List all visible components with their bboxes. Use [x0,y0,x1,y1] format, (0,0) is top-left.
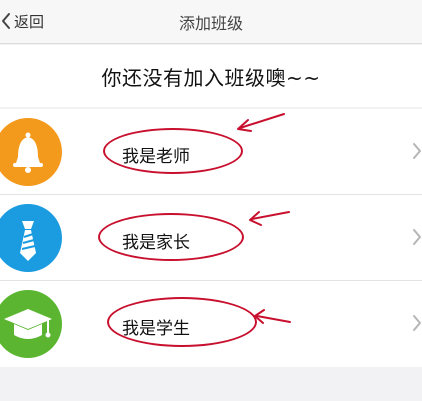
graduation-cap-icon [0,290,62,358]
role-options-list: 我是老师 我是家长 我是学生 [0,109,422,367]
empty-state-message: 你还没有加入班级噢~~ [101,66,321,90]
chevron-right-icon [413,143,421,159]
role-option-student[interactable]: 我是学生 [0,281,422,367]
role-option-teacher[interactable]: 我是老师 [0,109,422,195]
page-title: 添加班级 [178,14,243,33]
tie-icon [0,204,62,272]
annotation-oval [107,297,257,347]
role-option-parent[interactable]: 我是家长 [0,195,422,281]
bottom-spacer [0,368,422,401]
navigation-bar: 返回 添加班级 [0,0,422,44]
annotation-oval [98,213,244,261]
chevron-right-icon [413,229,421,245]
annotation-oval [103,128,243,174]
empty-state-banner: 你还没有加入班级噢~~ [0,45,422,107]
bell-icon [0,118,62,186]
chevron-right-icon [413,315,421,331]
